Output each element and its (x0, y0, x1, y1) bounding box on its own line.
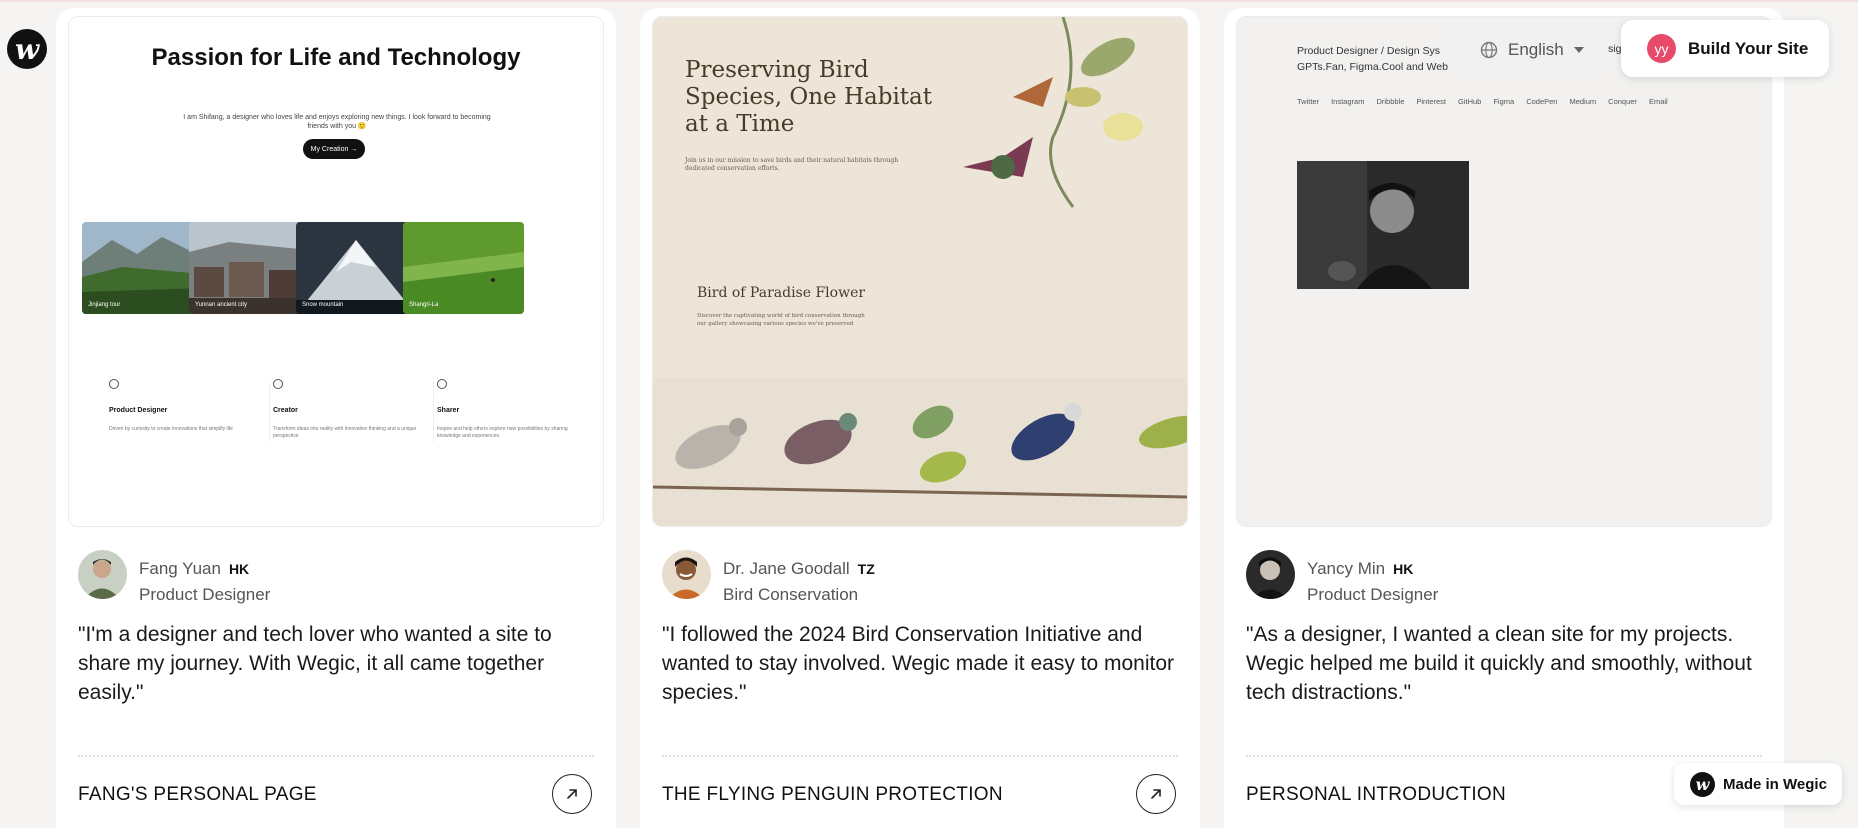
open-site-button[interactable] (1136, 774, 1176, 814)
language-label: English (1508, 40, 1564, 59)
divider (1246, 755, 1762, 757)
divider (662, 755, 1178, 757)
build-your-site-button[interactable]: yy Build Your Site (1621, 20, 1829, 77)
avatar (662, 550, 711, 599)
preview-thumb-label: Jinjiang tour (88, 302, 121, 308)
country-code: HK (1393, 561, 1414, 577)
made-in-wegic-badge[interactable]: w Made in Wegic (1674, 763, 1842, 805)
wegic-logo-icon: w (1690, 771, 1715, 797)
site-preview-fang[interactable]: Passion for Life and Technology I am Shi… (68, 16, 604, 527)
top-border (0, 0, 1858, 2)
site-preview-yancy[interactable]: Product Designer / Design Sys GPTs.Fan, … (1236, 16, 1772, 527)
user-avatar: yy (1647, 34, 1676, 63)
smile-icon (437, 379, 447, 389)
author-role: Product Designer (1307, 585, 1439, 604)
preview-title: Passion for Life and Technology (151, 44, 521, 71)
author-name: Yancy Min (1307, 559, 1386, 578)
preview-cta-button: My Creation → (303, 139, 365, 159)
author-profile: Dr. Jane Goodall TZ Bird Conservation (662, 550, 875, 606)
preview-thumb-label: Snow mountain (302, 302, 344, 308)
language-selector[interactable]: English (1453, 25, 1605, 75)
preview-subtitle: Join us in our mission to save birds and… (685, 157, 899, 172)
preview-title-clipped: sig (1608, 43, 1622, 55)
hummingbird-flower-illustration (963, 17, 1143, 208)
preview-thumb-jinjiang: Jinjiang tour (82, 222, 203, 314)
author-name: Dr. Jane Goodall (723, 559, 850, 578)
author-role: Bird Conservation (723, 585, 859, 604)
preview-thumb-label: Shangri-La (409, 302, 439, 308)
site-title[interactable]: THE FLYING PENGUIN PROTECTION (662, 784, 1003, 806)
testimonial-card-fang[interactable]: Passion for Life and Technology I am Shi… (56, 8, 616, 828)
preview-thumb-yunnan: Yunnan ancient city (189, 222, 310, 314)
preview-section-title: Bird of Paradise Flower (697, 285, 866, 301)
author-profile: Yancy Min HK Product Designer (1246, 550, 1438, 606)
preview-portrait (1297, 161, 1469, 289)
author-name: Fang Yuan (139, 559, 221, 578)
country-code: TZ (857, 561, 875, 577)
preview-title: Product Designer / Design Sys GPTs.Fan, … (1297, 45, 1448, 73)
made-label: Made in Wegic (1723, 775, 1827, 793)
arrow-up-right-icon (567, 789, 577, 799)
preview-thumb-label: Yunnan ancient city (195, 302, 248, 308)
preview-feature: Product Designer Driven by curiosity to … (109, 379, 259, 433)
testimonial-card-yancy[interactable]: Product Designer / Design Sys GPTs.Fan, … (1224, 8, 1784, 828)
preview-feature: Sharer Inspire and help others explore n… (437, 379, 587, 440)
build-label: Build Your Site (1688, 38, 1809, 58)
smile-icon (109, 379, 119, 389)
testimonial-card-jane[interactable]: Preserving Bird Species, One Habitat at … (640, 8, 1200, 828)
preview-feature: Creator Transform ideas into reality wit… (273, 379, 423, 440)
testimonial-quote: "I'm a designer and tech lover who wante… (78, 623, 552, 704)
author-role: Product Designer (139, 585, 271, 604)
site-title[interactable]: FANG'S PERSONAL PAGE (78, 784, 317, 806)
country-code: HK (228, 561, 250, 577)
preview-divider (269, 382, 270, 442)
smile-icon (273, 379, 283, 389)
testimonial-quote: "As a designer, I wanted a clean site fo… (1246, 623, 1752, 704)
author-profile: Fang Yuan HK Product Designer (78, 550, 270, 606)
preview-title: Preserving Bird Species, One Habitat at … (685, 57, 933, 137)
wegic-logo-icon[interactable]: w (7, 29, 47, 69)
site-preview-bird[interactable]: Preserving Bird Species, One Habitat at … (652, 16, 1188, 527)
preview-section-desc: Discover the captivating world of bird c… (697, 313, 865, 327)
preview-links: Twitter Instagram Dribbble Pinterest Git… (1297, 97, 1668, 106)
avatar (78, 550, 127, 599)
preview-divider (433, 382, 434, 442)
preview-thumb-snow-mountain: Snow mountain (296, 222, 417, 314)
divider (78, 755, 594, 757)
globe-icon (1480, 41, 1498, 59)
arrow-up-right-icon (1151, 789, 1161, 799)
caret-down-icon (1573, 47, 1584, 53)
preview-thumb-shangrila: Shangri-La (403, 222, 524, 314)
open-site-button[interactable] (552, 774, 592, 814)
birds-gallery-illustration (653, 377, 1187, 526)
preview-subtitle: I am Shifang, a designer who loves life … (183, 114, 491, 130)
site-title[interactable]: PERSONAL INTRODUCTION (1246, 784, 1506, 806)
testimonial-quote: "I followed the 2024 Bird Conservation I… (662, 623, 1175, 704)
avatar (1246, 550, 1295, 599)
